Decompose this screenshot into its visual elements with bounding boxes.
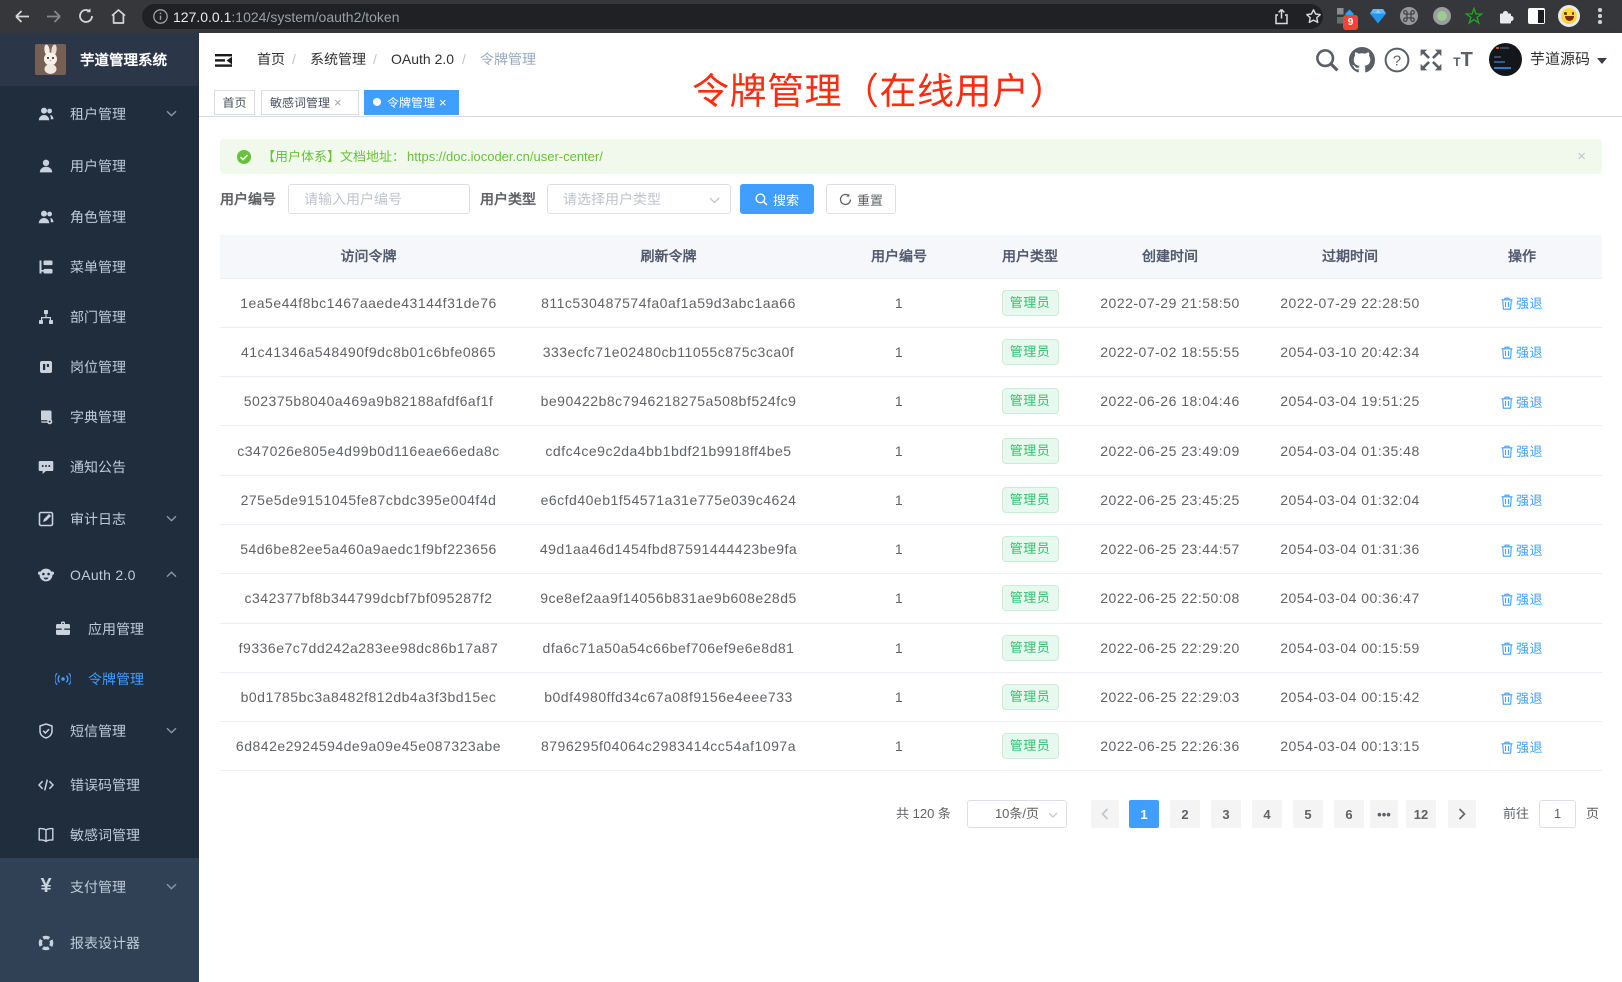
svg-text:?: ?: [1393, 54, 1401, 70]
